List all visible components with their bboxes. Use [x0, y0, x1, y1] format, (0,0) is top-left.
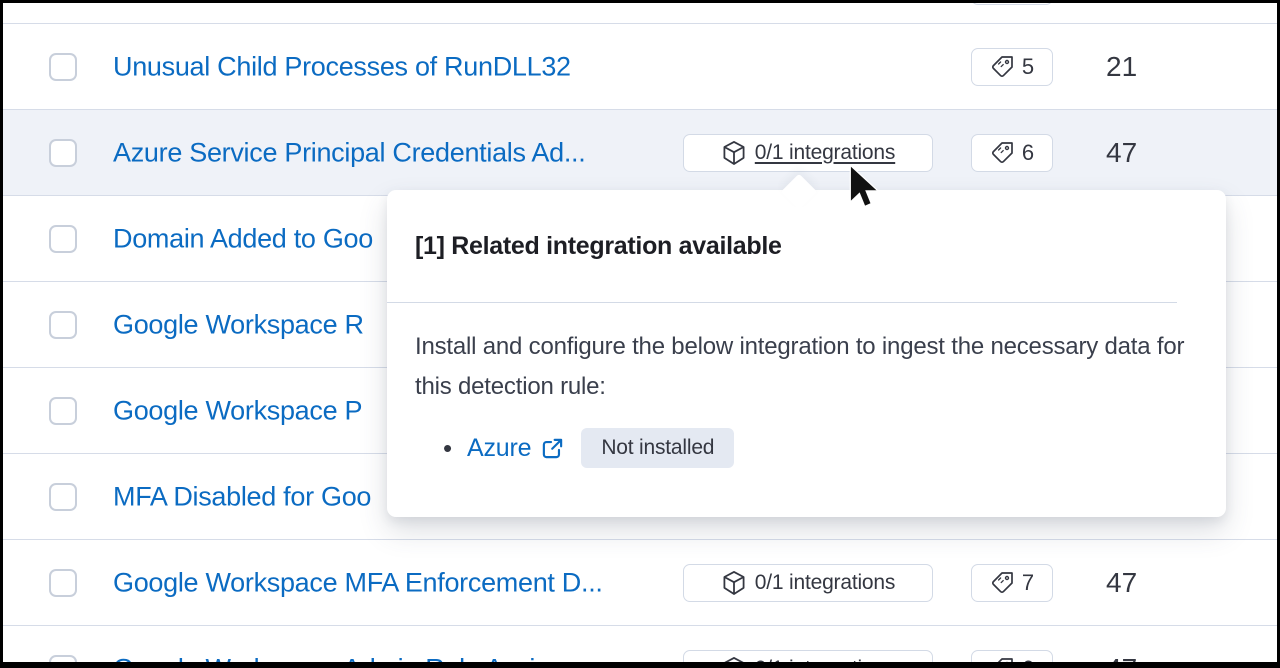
- tag-count: 5: [1022, 54, 1034, 80]
- tag-count: 6: [1022, 140, 1034, 166]
- rule-checkbox[interactable]: [49, 483, 77, 511]
- integration-link-label: Azure: [467, 428, 531, 468]
- rule-name-link[interactable]: Google Workspace R: [113, 309, 364, 340]
- rule-count: 47: [1106, 653, 1137, 663]
- rule-name-link[interactable]: Unusual Child Processes of RunDLL32: [113, 51, 571, 82]
- tag-icon: [990, 141, 1014, 165]
- rule-checkbox[interactable]: [49, 397, 77, 425]
- rule-checkbox[interactable]: [49, 655, 77, 663]
- rule-count: 47: [1106, 137, 1137, 169]
- integrations-badge[interactable]: 0/1 integrations: [683, 564, 933, 602]
- integrations-badge[interactable]: 0/1 integrations: [683, 650, 933, 663]
- integrations-label: 0/1 integrations: [755, 141, 895, 165]
- table-row: [3, 3, 1277, 23]
- tags-badge[interactable]: 6: [971, 134, 1053, 172]
- tags-badge[interactable]: 5: [971, 48, 1053, 86]
- rule-name-link[interactable]: MFA Disabled for Goo: [113, 481, 371, 512]
- bullet-dot: •: [443, 428, 467, 468]
- tags-badge[interactable]: [971, 3, 1053, 5]
- tag-count: 7: [1022, 570, 1034, 596]
- rule-name-link[interactable]: Google Workspace P: [113, 395, 362, 426]
- tag-icon: [990, 55, 1014, 79]
- table-row: Azure Service Principal Credentials Ad..…: [3, 109, 1277, 195]
- rule-checkbox[interactable]: [49, 139, 77, 167]
- status-badge: Not installed: [581, 428, 734, 468]
- rule-name-link[interactable]: Domain Added to Goo: [113, 223, 373, 254]
- package-icon: [721, 140, 747, 166]
- table-row: Google Workspace MFA Enforcement D... 0/…: [3, 539, 1277, 625]
- integration-link[interactable]: Azure: [467, 428, 564, 468]
- integrations-badge[interactable]: 0/1 integrations: [683, 134, 933, 172]
- rule-checkbox[interactable]: [49, 569, 77, 597]
- rule-name-link[interactable]: Google Workspace Admin Role Assign...: [113, 653, 586, 662]
- rule-count: 21: [1106, 51, 1137, 83]
- package-icon: [721, 570, 747, 596]
- tag-icon: [990, 571, 1014, 595]
- integrations-label: 0/1 integrations: [755, 657, 895, 663]
- rule-checkbox[interactable]: [49, 225, 77, 253]
- rule-checkbox[interactable]: [49, 53, 77, 81]
- rule-name-link[interactable]: Azure Service Principal Credentials Ad..…: [113, 137, 585, 168]
- package-icon: [721, 656, 747, 663]
- tags-badge[interactable]: 6: [971, 650, 1053, 663]
- integration-list-item: • Azure Not installed: [443, 428, 1198, 468]
- popover-body: Install and configure the below integrat…: [387, 303, 1226, 468]
- rule-count: 47: [1106, 567, 1137, 599]
- external-link-icon: [541, 437, 564, 460]
- integrations-label: 0/1 integrations: [755, 571, 895, 595]
- rule-name-link[interactable]: Google Workspace MFA Enforcement D...: [113, 567, 603, 598]
- rule-checkbox[interactable]: [49, 311, 77, 339]
- popover-description: Install and configure the below integrat…: [415, 327, 1185, 407]
- table-row: Unusual Child Processes of RunDLL32 5 21: [3, 23, 1277, 109]
- tag-icon: [990, 657, 1014, 663]
- tag-count: 6: [1022, 656, 1034, 663]
- related-integrations-popover: [1] Related integration available Instal…: [387, 190, 1226, 517]
- table-row: Google Workspace Admin Role Assign... 0/…: [3, 625, 1277, 662]
- tags-badge[interactable]: 7: [971, 564, 1053, 602]
